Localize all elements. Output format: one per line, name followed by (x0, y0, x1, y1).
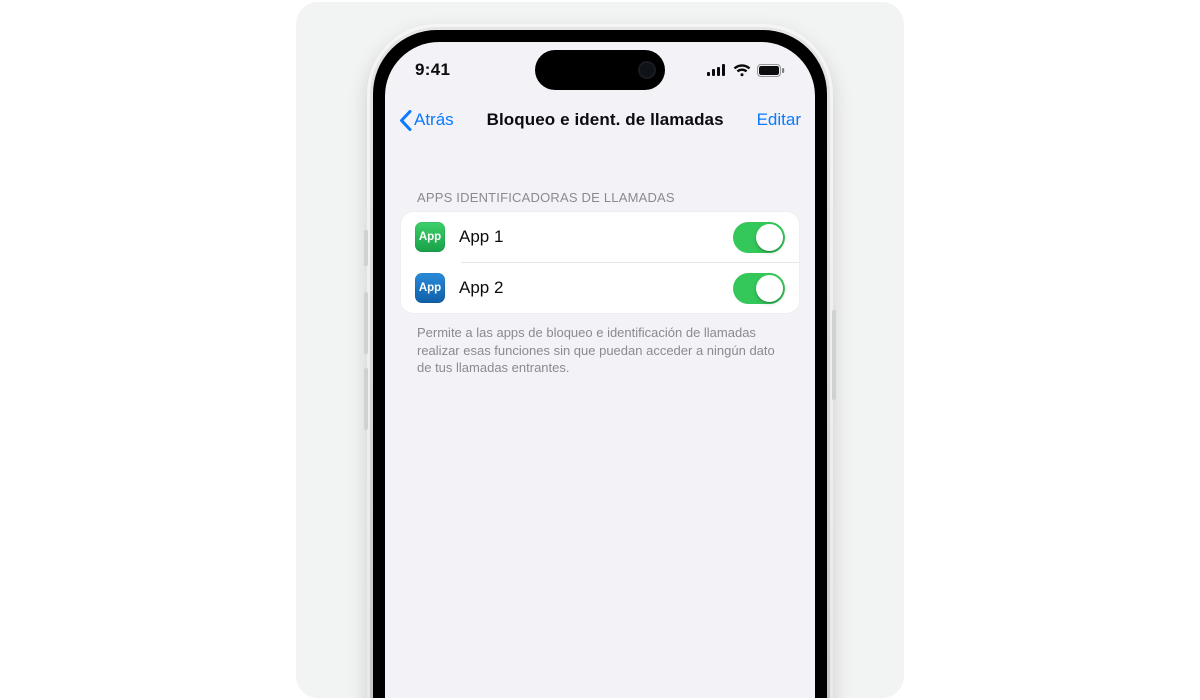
toggle-knob (756, 224, 783, 251)
wifi-icon (733, 64, 751, 77)
back-label: Atrás (414, 110, 454, 130)
list-item[interactable]: App App 1 (401, 212, 799, 262)
phone-screen: 9:41 (385, 42, 815, 698)
section-footer: Permite a las apps de bloqueo e identifi… (417, 324, 783, 377)
toggle-knob (756, 275, 783, 302)
status-time: 9:41 (415, 60, 450, 80)
camera-dot-icon (638, 61, 656, 79)
toggle-switch[interactable] (733, 222, 785, 253)
chevron-left-icon (399, 110, 412, 131)
backdrop-card: 9:41 (296, 2, 904, 698)
toggle-switch[interactable] (733, 273, 785, 304)
nav-bar: Atrás Bloqueo e ident. de llamadas Edita… (385, 98, 815, 142)
app-name-label: App 2 (459, 278, 733, 298)
app-icon: App (415, 273, 445, 303)
side-button-vol-down (364, 368, 368, 430)
side-button-vol-up (364, 292, 368, 354)
stage: 9:41 (0, 0, 1200, 700)
battery-icon (757, 64, 785, 77)
side-button-silence (364, 230, 368, 266)
side-button-power (832, 310, 836, 400)
list-item[interactable]: App App 2 (401, 263, 799, 313)
cellular-icon (707, 64, 727, 76)
app-icon: App (415, 222, 445, 252)
dynamic-island (535, 50, 665, 90)
phone-frame: 9:41 (367, 24, 833, 698)
section-header: APPS IDENTIFICADORAS DE LLAMADAS (417, 190, 783, 205)
app-name-label: App 1 (459, 227, 733, 247)
app-list: App App 1 App App 2 (401, 212, 799, 313)
page-title: Bloqueo e ident. de llamadas (487, 110, 724, 130)
status-indicators (707, 64, 785, 77)
back-button[interactable]: Atrás (399, 110, 454, 131)
edit-button[interactable]: Editar (757, 110, 801, 130)
